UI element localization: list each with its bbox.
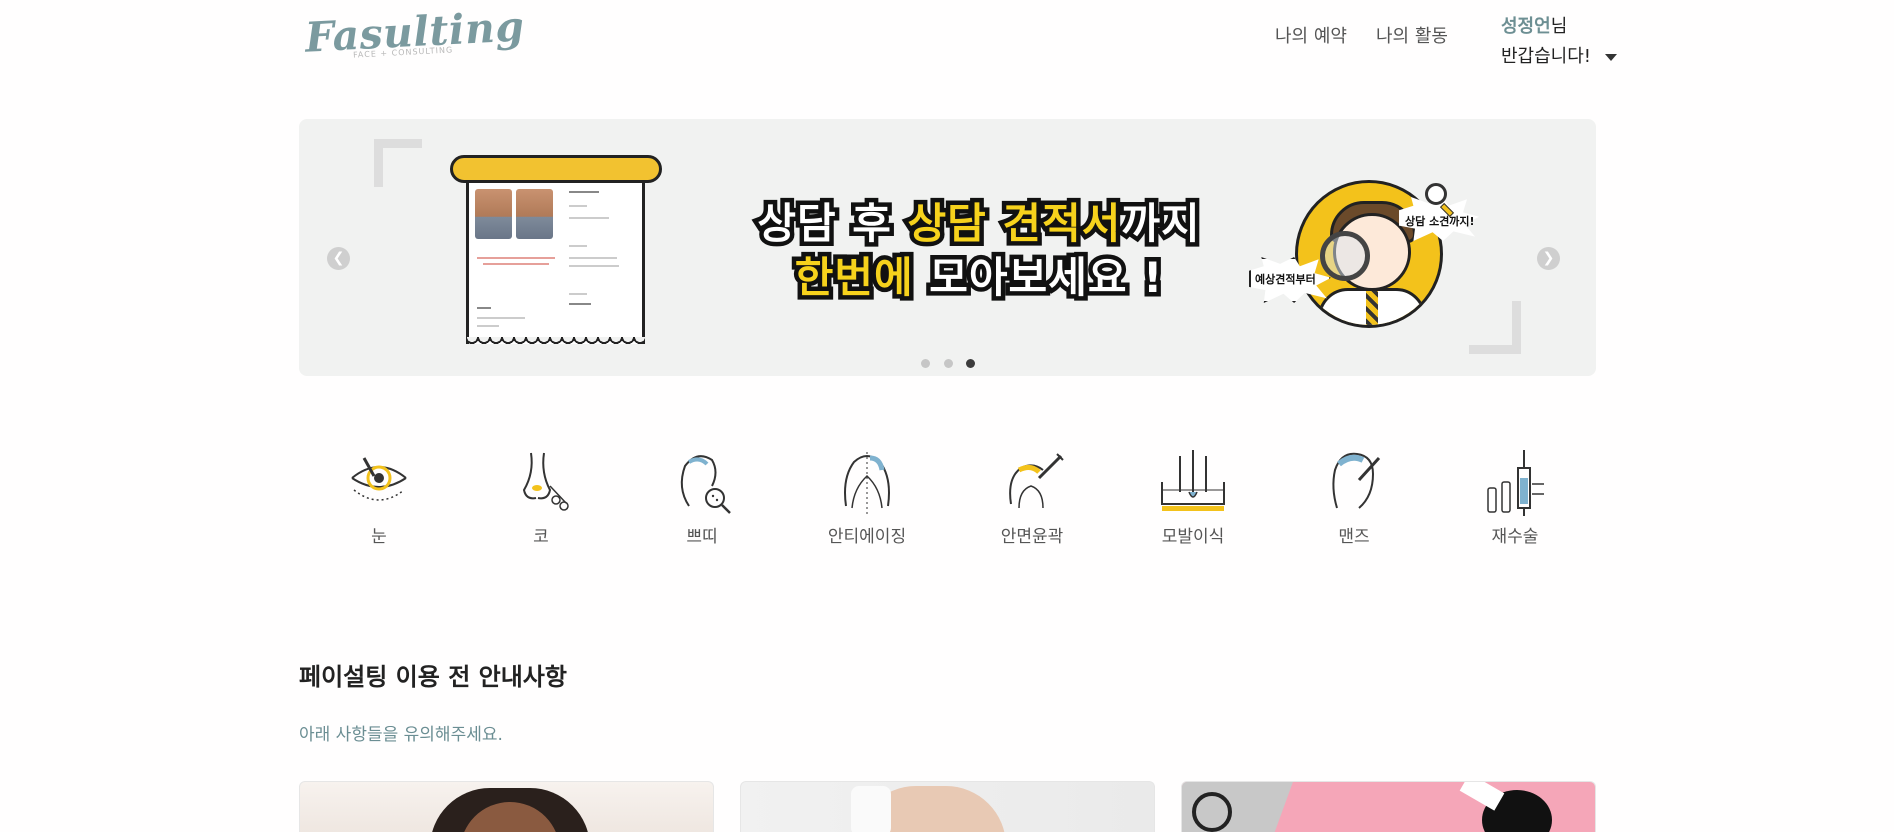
burst-text: 상담 소견까지! [1405,215,1475,228]
receipt-line [569,265,619,267]
category-label: 모발이식 [1161,527,1225,547]
mens-icon [1332,452,1381,509]
receipt-line [569,245,587,247]
carousel-prev-button[interactable]: ❮ [327,247,350,270]
notice-card-2[interactable] [740,781,1155,832]
user-menu[interactable]: 성정언님 반갑습니다! [1501,12,1618,72]
receipt-line [569,205,587,207]
nose-icon [522,452,569,511]
bracket-decoration [374,139,422,187]
category-petit[interactable]: 쁘띠 [642,448,762,558]
user-suffix: 님 [1550,16,1568,37]
receipt-line [477,325,499,327]
category-label: 안티에이징 [827,527,907,547]
carousel-dot-1[interactable] [921,359,930,368]
category-label: 재수술 [1491,527,1539,547]
category-nose[interactable]: 코 [481,448,601,558]
user-greeting-line: 성정언님 [1501,12,1617,42]
user-name: 성정언 [1501,16,1551,37]
headline-text: 모아보세요 ! [913,249,1167,307]
notice-title: 페이설팅 이용 전 안내사항 [299,663,567,691]
burst-text: 예상견적부터 [1255,273,1316,286]
receipt-holder [450,155,662,183]
receipt-line [569,217,609,219]
category-hair-transplant[interactable]: 모발이식 [1133,448,1253,558]
revision-icon [1487,450,1544,516]
receipt-line [477,317,525,319]
petit-icon [680,455,731,514]
headline-highlight: 한번에 [790,249,917,307]
receipt-line [477,257,555,259]
receipt-line [569,303,591,305]
receipt-line [569,257,617,259]
banner-headline: 상담 후 상담 견적서까지 한번에 모아보세요 ! [719,195,1239,307]
category-revision[interactable]: 재수술 [1455,448,1575,558]
chevron-left-icon: ❮ [332,250,345,266]
notice-subtitle: 아래 사항들을 유의해주세요. [299,725,503,745]
receipt-illustration [466,169,645,344]
category-label: 눈 [371,527,387,547]
banner-carousel[interactable]: 상담 후 상담 견적서까지 한번에 모아보세요 ! 예상견적부터 상담 소견까지… [299,119,1596,376]
face-photo [516,189,553,239]
notice-card-1[interactable] [299,781,714,832]
category-label: 코 [533,527,549,547]
face-photo [475,189,512,239]
headline-highlight: 상담 견적서 [903,195,1125,253]
receipt-edge [466,337,645,349]
nav-my-activity[interactable]: 나의 활동 [1376,22,1448,48]
logo[interactable]: Fasulting FACE + CONSULTING [304,2,526,61]
hair-transplant-icon [1161,450,1225,511]
greeting-text: 반갑습니다! [1501,46,1592,67]
carousel-dot-2[interactable] [944,359,953,368]
magnifier-icon [1425,183,1447,205]
scissors-icon [1192,792,1232,832]
receipt-line [569,293,587,295]
bracket-decoration [1469,301,1521,354]
facial-contour-icon [1009,453,1064,509]
caret-down-icon[interactable] [1605,53,1618,61]
category-anti-aging[interactable]: 안티에이징 [807,448,927,558]
category-label: 안면윤곽 [1000,527,1064,547]
anti-aging-icon [844,452,890,516]
eye-icon [351,457,407,501]
category-label: 쁘띠 [686,527,718,547]
nav-my-reservations[interactable]: 나의 예약 [1275,22,1347,48]
illu-tie [1366,291,1378,325]
receipt-line [569,191,599,193]
notice-card-3[interactable] [1181,781,1596,832]
headline-text: 까지 [1117,195,1204,253]
receipt-line [477,307,491,309]
carousel-dot-3[interactable] [966,359,975,368]
headline-text: 상담 후 [753,195,908,253]
category-eye[interactable]: 눈 [319,448,439,558]
category-label: 맨즈 [1338,527,1370,547]
card-image [851,786,891,832]
magnifier-icon [1320,231,1370,281]
receipt-line [483,263,549,265]
category-mens[interactable]: 맨즈 [1294,448,1414,558]
carousel-next-button[interactable]: ❯ [1537,247,1560,270]
category-facial-contour[interactable]: 안면윤곽 [972,448,1092,558]
chevron-right-icon: ❯ [1542,250,1555,266]
